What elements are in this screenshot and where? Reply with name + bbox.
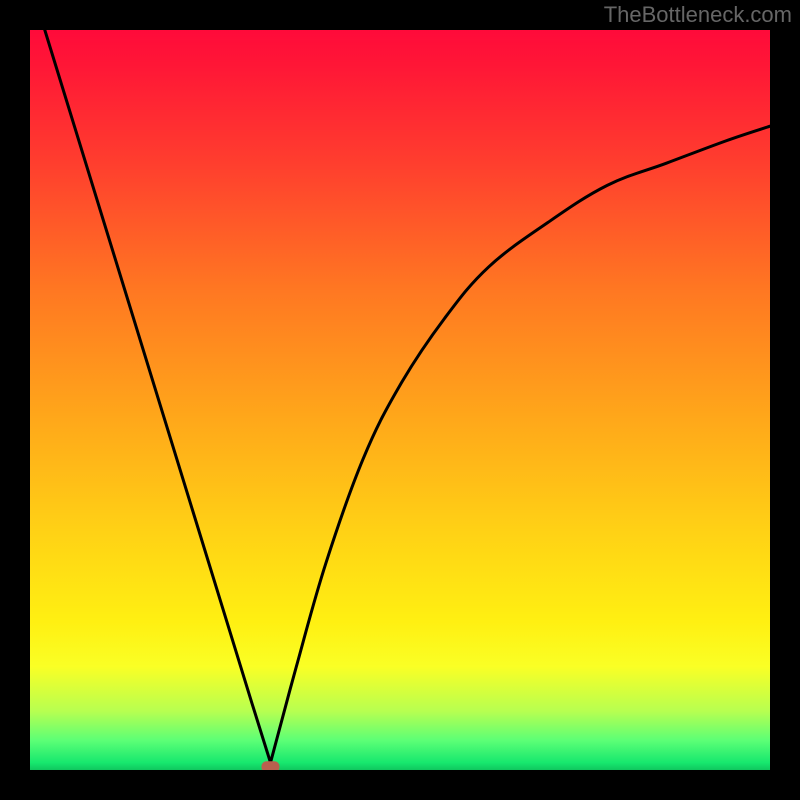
plot-area [30,30,770,770]
watermark-text: TheBottleneck.com [604,2,792,28]
chart-frame: TheBottleneck.com [0,0,800,800]
left-branch-line [45,30,271,763]
minimum-marker [262,761,280,770]
curve-layer [30,30,770,770]
right-branch-line [271,126,771,762]
